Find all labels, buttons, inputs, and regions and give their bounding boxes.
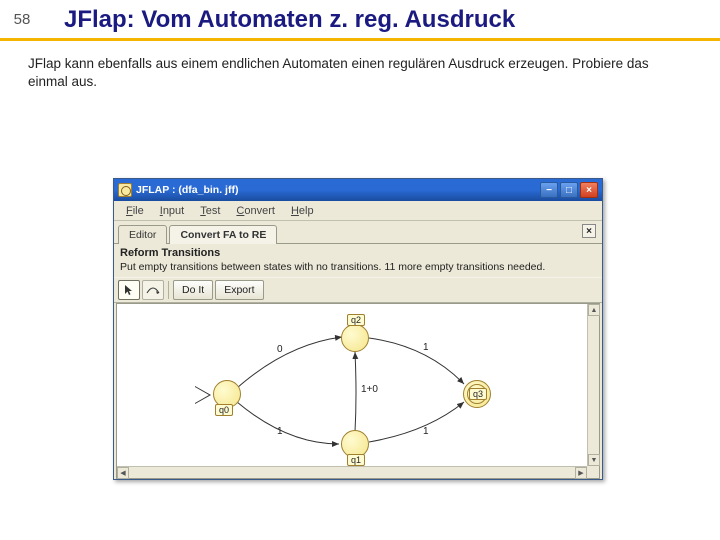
tool-pointer[interactable] bbox=[118, 280, 140, 300]
close-button[interactable]: × bbox=[580, 182, 598, 198]
slide-title: JFlap: Vom Automaten z. reg. Ausdruck bbox=[44, 4, 515, 34]
edge-label-q0-q1: 1 bbox=[277, 426, 283, 437]
tab-convert-fa-to-re[interactable]: Convert FA to RE bbox=[169, 225, 277, 244]
slide-number: 58 bbox=[0, 5, 44, 34]
state-label-q0: q0 bbox=[215, 404, 233, 416]
menu-test[interactable]: Test bbox=[192, 203, 228, 219]
canvas-container: q0 q2 q1 q3 0 1 1+0 1 1 ▲ ▼ bbox=[116, 303, 600, 479]
window-controls: − □ × bbox=[540, 182, 598, 198]
scrollbar-horizontal[interactable]: ◀ ▶ bbox=[117, 466, 587, 478]
edge-label-q1-q3: 1 bbox=[423, 426, 429, 437]
scroll-corner bbox=[587, 466, 599, 478]
tab-editor[interactable]: Editor bbox=[118, 225, 167, 244]
edge-label-q1-q2: 1+0 bbox=[361, 384, 378, 395]
edge-label-q2-q3: 1 bbox=[423, 342, 429, 353]
scroll-right-icon[interactable]: ▶ bbox=[575, 467, 587, 479]
edge-label-q0-q2: 0 bbox=[277, 344, 283, 355]
toolbar: Do It Export bbox=[114, 277, 602, 303]
menu-help[interactable]: Help bbox=[283, 203, 322, 219]
scroll-down-icon[interactable]: ▼ bbox=[588, 454, 600, 466]
scrollbar-vertical[interactable]: ▲ ▼ bbox=[587, 304, 599, 466]
state-q2[interactable] bbox=[341, 324, 369, 352]
start-marker bbox=[195, 387, 209, 403]
app-icon bbox=[118, 183, 132, 197]
state-label-q1: q1 bbox=[347, 454, 365, 466]
automaton-canvas[interactable]: q0 q2 q1 q3 0 1 1+0 1 1 bbox=[117, 304, 587, 466]
maximize-button[interactable]: □ bbox=[560, 182, 578, 198]
menu-convert[interactable]: Convert bbox=[228, 203, 283, 219]
menu-file[interactable]: File bbox=[118, 203, 152, 219]
menubar: File Input Test Convert Help bbox=[114, 201, 602, 221]
tool-transition[interactable] bbox=[142, 280, 164, 300]
slide-body-text: JFlap kann ebenfalls aus einem endlichen… bbox=[0, 41, 720, 91]
toolbar-separator bbox=[168, 281, 169, 299]
scroll-left-icon[interactable]: ◀ bbox=[117, 467, 129, 479]
scroll-up-icon[interactable]: ▲ bbox=[588, 304, 600, 316]
export-button[interactable]: Export bbox=[215, 280, 263, 300]
menu-input[interactable]: Input bbox=[152, 203, 192, 219]
panel-close-button[interactable]: × bbox=[582, 224, 596, 238]
jflap-window: JFLAP : (dfa_bin. jff) − □ × File Input … bbox=[113, 178, 603, 480]
window-title: JFLAP : (dfa_bin. jff) bbox=[136, 184, 540, 196]
panel-instruction: Put empty transitions between states wit… bbox=[114, 259, 602, 277]
state-label-q3: q3 bbox=[469, 388, 487, 400]
state-label-q2: q2 bbox=[347, 314, 365, 326]
panel-title: Reform Transitions bbox=[114, 244, 602, 259]
minimize-button[interactable]: − bbox=[540, 182, 558, 198]
tab-row: Editor Convert FA to RE × bbox=[114, 221, 602, 243]
reform-panel: Reform Transitions Put empty transitions… bbox=[114, 243, 602, 277]
do-it-button[interactable]: Do It bbox=[173, 280, 213, 300]
titlebar: JFLAP : (dfa_bin. jff) − □ × bbox=[114, 179, 602, 201]
